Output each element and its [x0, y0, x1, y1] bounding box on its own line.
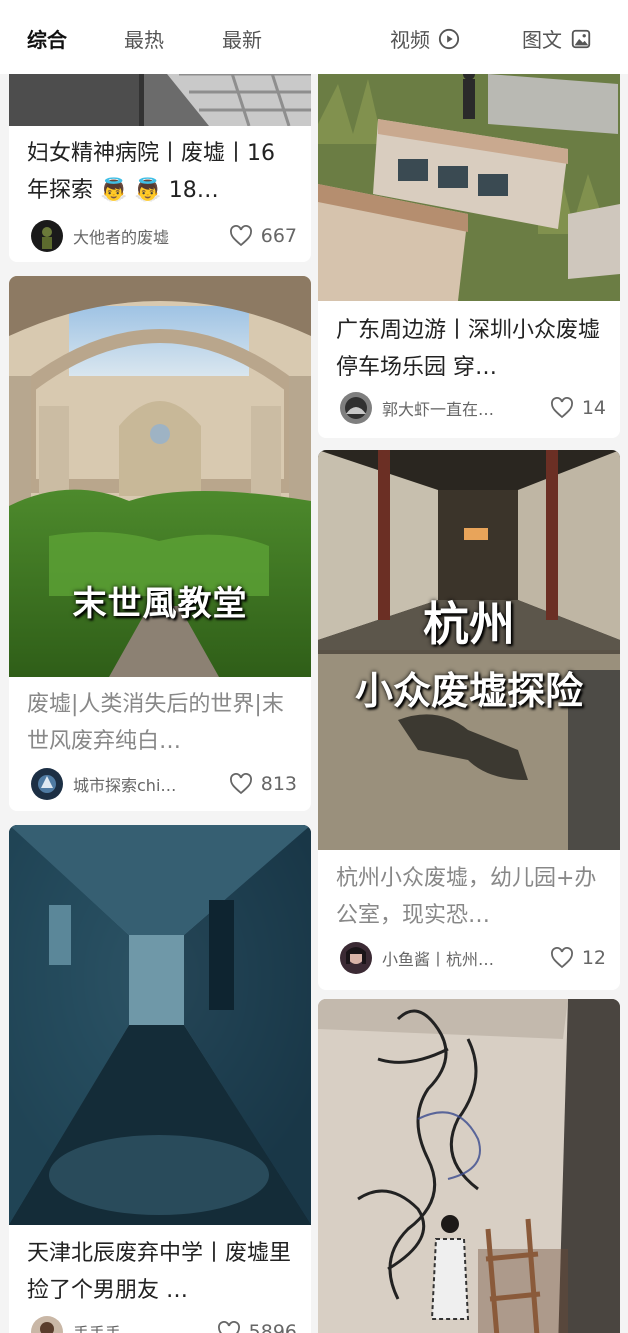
card-cover-image: 末世風教堂 [9, 276, 311, 677]
card-title: 妇女精神病院丨废墟丨16年探索 👼 👼 18… [27, 141, 275, 203]
tab-newest[interactable]: 最新 [222, 24, 262, 53]
like-button[interactable]: 667 [229, 225, 297, 247]
card-meta: 小鱼酱丨杭州… 12 [340, 941, 606, 975]
author-name[interactable]: 郭大虾一直在… [382, 396, 494, 420]
tab-image-text-label: 图文 [522, 28, 562, 52]
heart-icon [229, 773, 252, 795]
avatar[interactable] [31, 1316, 63, 1333]
card-meta: 城市探索chi… 813 [31, 767, 297, 801]
tab-video-label: 视频 [390, 28, 430, 52]
avatar[interactable] [340, 392, 372, 424]
author-name[interactable]: 丢丢丢 [73, 1320, 121, 1333]
like-button[interactable]: 5896 [217, 1321, 297, 1333]
tab-hottest[interactable]: 最热 [124, 24, 164, 53]
cover-overlay-text: 末世風教堂 [72, 584, 248, 624]
heart-icon [550, 947, 573, 969]
like-button[interactable]: 12 [550, 947, 606, 969]
tab-comprehensive[interactable]: 综合 [27, 24, 67, 53]
like-count: 5896 [248, 1321, 297, 1333]
card-cover-image [9, 825, 311, 1225]
card-meta: 郭大虾一直在… 14 [340, 391, 606, 425]
heart-icon [229, 225, 252, 247]
card-title: 废墟|人类消失后的世界|末世风废弃纯白… [27, 692, 284, 754]
note-card[interactable]: 天津北辰废弃中学丨废墟里捡了个男朋友 … 丢丢丢 5896 [9, 825, 311, 1333]
like-count: 14 [581, 397, 606, 419]
card-cover-image [318, 999, 620, 1333]
heart-icon [217, 1321, 240, 1333]
avatar[interactable] [31, 220, 63, 252]
avatar[interactable] [31, 768, 63, 800]
like-button[interactable]: 14 [550, 397, 606, 419]
like-count: 667 [260, 225, 297, 247]
author-name[interactable]: 大他者的废墟 [73, 224, 169, 248]
avatar[interactable] [340, 942, 372, 974]
note-card[interactable] [318, 999, 620, 1333]
note-card[interactable]: 末世風教堂 废墟|人类消失后的世界|末世风废弃纯白… 城市探索chi… 813 [9, 276, 311, 811]
top-tab-bar: 综合 最热 最新 视频 图文 [0, 0, 628, 74]
note-card[interactable]: 杭州 小众废墟探险 杭州小众废墟，幼儿园+办公室，现实恐… 小鱼酱丨杭州… 12 [318, 450, 620, 990]
tab-video[interactable]: 视频 [390, 24, 460, 53]
note-card[interactable]: 广东周边游丨深圳小众废墟停车场乐园 穿… 郭大虾一直在… 14 [318, 64, 620, 438]
like-count: 12 [581, 947, 606, 969]
play-circle-icon [438, 28, 460, 50]
author-name[interactable]: 小鱼酱丨杭州… [382, 946, 494, 970]
card-cover-image: 杭州 小众废墟探险 [318, 450, 620, 850]
card-title: 杭州小众废墟，幼儿园+办公室，现实恐… [336, 866, 597, 928]
author-name[interactable]: 城市探索chi… [73, 772, 176, 796]
card-meta: 丢丢丢 5896 [31, 1315, 297, 1333]
like-button[interactable]: 813 [229, 773, 297, 795]
card-cover-image [318, 64, 620, 301]
card-meta: 大他者的废墟 667 [31, 219, 297, 253]
image-icon [570, 28, 592, 50]
note-card[interactable]: 妇女精神病院丨废墟丨16年探索 👼 👼 18… 大他者的废墟 667 [9, 64, 311, 262]
tab-image-text[interactable]: 图文 [522, 24, 592, 53]
cover-overlay-text: 小众废墟探险 [354, 669, 583, 713]
card-title: 广东周边游丨深圳小众废墟停车场乐园 穿… [336, 318, 601, 380]
card-title: 天津北辰废弃中学丨废墟里捡了个男朋友 … [27, 1241, 292, 1303]
cover-overlay-text: 杭州 [423, 597, 515, 651]
heart-icon [550, 397, 573, 419]
like-count: 813 [260, 773, 297, 795]
